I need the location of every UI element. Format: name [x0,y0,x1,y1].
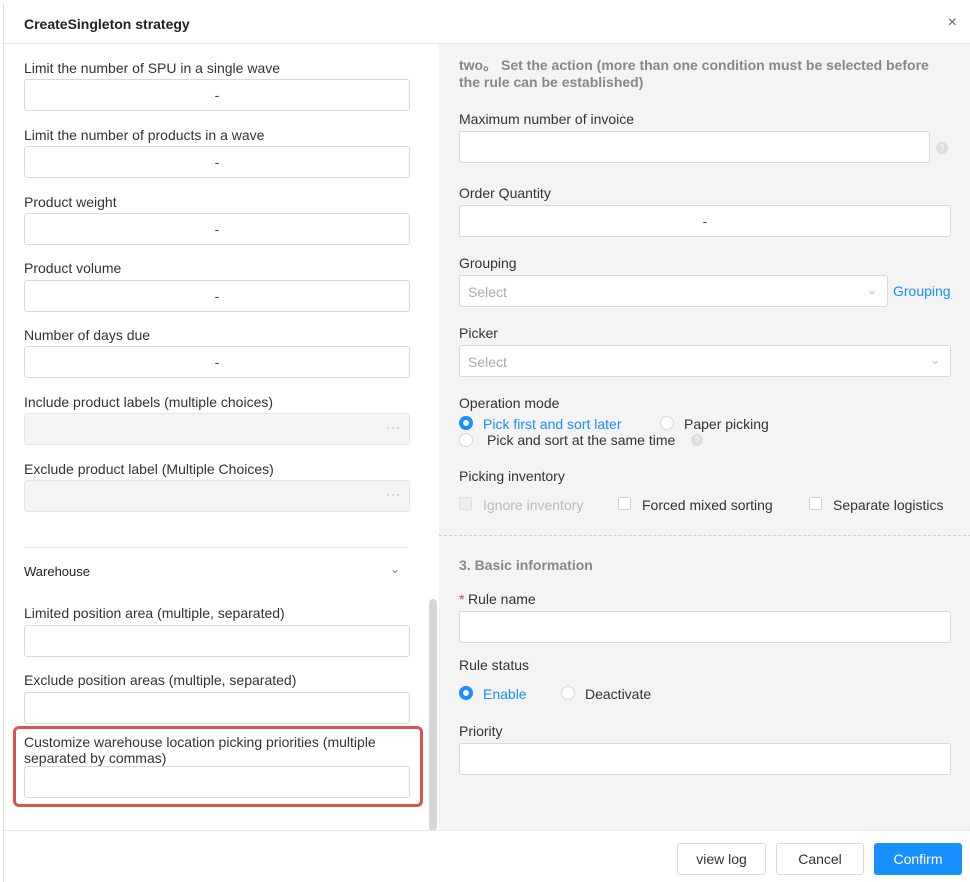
order-quantity-range-input[interactable]: - [459,205,951,237]
grouping-link[interactable]: Grouping [893,283,951,299]
days-due-label: Number of days due [24,327,151,343]
paper-picking-label[interactable]: Paper picking [684,416,769,432]
deactivate-label[interactable]: Deactivate [585,686,651,702]
pick-first-label[interactable]: Pick first and sort later [483,416,622,432]
ignore-inventory-label: Ignore inventory [483,497,584,513]
range-separator: - [214,154,220,170]
help-icon: ? [691,434,703,446]
include-labels-select[interactable]: ··· [24,413,410,445]
range-separator: - [702,213,708,229]
right-panel: two。 Set the action (more than one condi… [439,44,970,830]
exclude-labels-label: Exclude product label (Multiple Choices) [24,461,274,477]
divider [24,547,408,548]
max-invoice-label: Maximum number of invoice [459,111,635,127]
ellipsis-icon: ··· [386,420,401,434]
confirm-button[interactable]: Confirm [874,843,962,875]
days-due-range-input[interactable]: - [24,346,410,378]
enable-label[interactable]: Enable [483,686,527,702]
priority-input[interactable] [459,743,951,775]
picker-placeholder: Select [468,354,507,370]
separate-logistics-label[interactable]: Separate logistics [833,497,944,513]
radio-deactivate[interactable] [561,686,575,700]
forced-mixed-checkbox[interactable] [618,497,631,510]
priority-label: Priority [459,723,503,739]
action-section-header: two。 Set the action (more than one condi… [459,57,929,90]
chevron-down-icon: ⌄ [866,283,877,297]
view-log-button[interactable]: view log [677,843,766,875]
radio-pick-sort-same[interactable] [459,433,473,447]
range-separator: - [214,221,220,237]
strategy-modal: CreateSingleton strategy × Limit the num… [3,3,970,882]
separate-logistics-checkbox[interactable] [809,497,822,510]
modal-footer: view log Cancel Confirm [4,830,970,882]
product-weight-range-input[interactable]: - [24,213,410,245]
custom-priority-label: Customize warehouse location picking pri… [24,734,376,766]
product-volume-range-input[interactable]: - [24,280,410,312]
ellipsis-icon: ··· [386,487,401,501]
basic-info-header: 3. Basic information [459,557,593,573]
pick-sort-same-label[interactable]: Pick and sort at the same time [487,432,675,448]
close-icon[interactable]: × [948,14,957,32]
product-volume-label: Product volume [24,260,122,276]
range-separator: - [214,288,220,304]
left-panel: Limit the number of SPU in a single wave… [4,44,439,830]
help-icon: ? [936,142,948,154]
rule-status-label: Rule status [459,657,530,673]
custom-priority-input[interactable] [24,766,410,798]
grouping-label: Grouping [459,255,517,271]
radio-enable[interactable] [459,686,473,700]
operation-mode-label: Operation mode [459,395,560,411]
warehouse-section-title[interactable]: Warehouse [24,564,90,579]
products-wave-label: Limit the number of products in a wave [24,127,265,143]
include-labels-label: Include product labels (multiple choices… [24,394,274,410]
scrollbar[interactable] [429,599,437,830]
grouping-placeholder: Select [468,284,507,300]
section-divider [439,535,970,536]
required-mark: * [459,591,465,607]
chevron-down-icon: ⌄ [929,353,940,367]
rule-name-input[interactable] [459,611,951,643]
picker-select[interactable]: Select ⌄ [459,345,951,377]
limited-area-input[interactable] [24,625,410,657]
spu-wave-range-input[interactable]: - [24,79,410,111]
exclude-area-label: Exclude position areas (multiple, separa… [24,672,297,688]
range-separator: - [214,87,220,103]
range-separator: - [214,354,220,370]
grouping-select[interactable]: Select ⌄ [459,275,888,307]
product-weight-label: Product weight [24,194,117,210]
ignore-inventory-checkbox[interactable] [459,497,472,510]
forced-mixed-label[interactable]: Forced mixed sorting [642,497,773,513]
modal-header: CreateSingleton strategy × [4,3,970,44]
modal-title: CreateSingleton strategy [24,16,190,32]
exclude-labels-select[interactable]: ··· [24,480,410,512]
radio-paper-picking[interactable] [660,416,674,430]
chevron-down-icon[interactable]: ⌄ [390,562,400,576]
rule-name-label: Rule name [468,591,536,607]
limited-area-label: Limited position area (multiple, separat… [24,605,285,621]
order-quantity-label: Order Quantity [459,185,551,201]
max-invoice-input[interactable] [459,131,930,163]
picking-inventory-label: Picking inventory [459,468,565,484]
products-wave-range-input[interactable]: - [24,146,410,178]
spu-wave-label: Limit the number of SPU in a single wave [24,60,281,76]
cancel-button[interactable]: Cancel [776,843,864,875]
exclude-area-input[interactable] [24,692,410,724]
radio-pick-first[interactable] [459,416,473,430]
picker-label: Picker [459,325,498,341]
